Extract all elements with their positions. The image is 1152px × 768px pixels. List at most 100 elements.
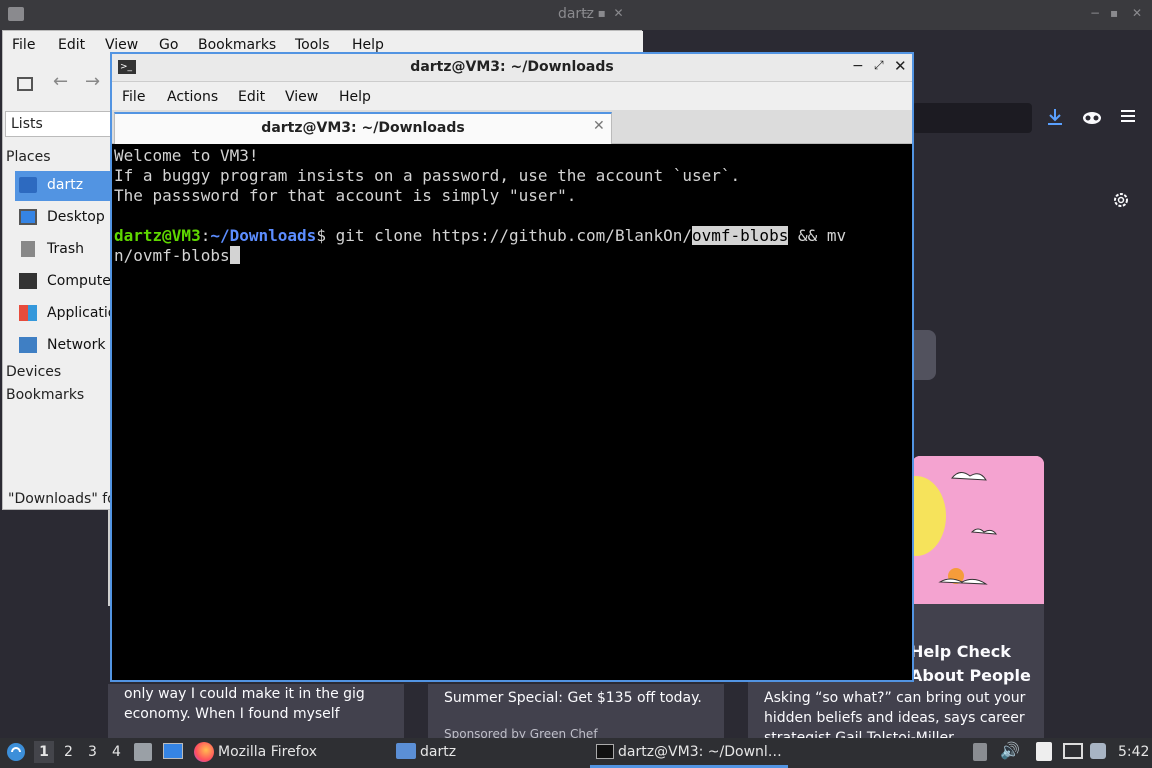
clipboard-icon[interactable] [1036, 742, 1052, 761]
maximize-icon[interactable]: ⤢ [874, 58, 884, 73]
applications-icon [19, 305, 37, 321]
mask-icon[interactable] [1082, 110, 1102, 129]
prompt-path: ~/Downloads [210, 226, 317, 245]
workspace-3[interactable]: 3 [88, 744, 97, 760]
status-bar: "Downloads" fo [8, 491, 116, 507]
task-terminal[interactable]: dartz@VM3: ~/Downl… [618, 744, 782, 760]
terminal-window-title: dartz@VM3: ~/Downloads [410, 59, 614, 75]
workspace-2[interactable]: 2 [64, 744, 73, 760]
desktop-icon [19, 209, 37, 225]
terminal-tab[interactable]: dartz@VM3: ~/Downloads ✕ [114, 112, 612, 144]
sidebar-item-label: Trash [47, 241, 84, 257]
network-icon [19, 337, 37, 353]
close-icon[interactable]: ✕ [894, 57, 907, 75]
workspace-1[interactable]: 1 [34, 741, 54, 763]
task-file-manager[interactable]: dartz [420, 744, 456, 760]
download-icon[interactable] [1047, 108, 1063, 130]
sidebar-item-computer[interactable]: Computer [15, 267, 117, 297]
menu-edit[interactable]: Edit [238, 89, 265, 105]
computer-icon [19, 273, 37, 289]
window-title: dartz [557, 6, 595, 22]
minimize-icon[interactable]: − [852, 58, 864, 74]
folder-icon [396, 743, 416, 759]
menu-tools[interactable]: Tools [295, 37, 330, 53]
sidebar-item-label: Desktop [47, 209, 105, 225]
sponsored-card[interactable]: Summer Special: Get $135 off today. Spon… [428, 684, 724, 741]
top-site-tile[interactable] [912, 330, 936, 380]
back-arrow-icon[interactable]: ← [53, 71, 68, 92]
menu-actions[interactable]: Actions [167, 89, 218, 105]
menu-bookmarks[interactable]: Bookmarks [198, 37, 276, 53]
restore-icon[interactable]: ▪ [1110, 6, 1118, 20]
sidebar-item-applications[interactable]: Applications [15, 299, 133, 329]
tab-title: dartz@VM3: ~/Downloads [261, 120, 465, 136]
url-bar[interactable] [912, 103, 1032, 133]
menu-help[interactable]: Help [339, 89, 371, 105]
command-text: n/ovmf-blobs [114, 246, 230, 265]
terminal-icon [596, 744, 614, 759]
terminal-titlebar[interactable]: >_ dartz@VM3: ~/Downloads − ⤢ ✕ [112, 54, 912, 82]
firefox-close-icon-dim: − ▪ ✕ [580, 6, 624, 20]
menu-help[interactable]: Help [352, 37, 384, 53]
sidebar-item-label: Network [47, 337, 106, 353]
desktop-launcher-icon[interactable] [163, 743, 183, 759]
notification-icon[interactable] [1090, 743, 1106, 759]
prompt-dollar: $ [316, 226, 326, 245]
prompt-separator: : [200, 226, 211, 245]
trash-icon [21, 241, 35, 257]
command-text: git clone https://github.com/BlankOn/ [325, 226, 692, 245]
sidebar-item-label: dartz [47, 177, 84, 193]
cursor [229, 246, 240, 264]
tab-close-icon[interactable]: ✕ [593, 118, 605, 134]
article-title: Help Check About People [910, 642, 1031, 685]
volume-icon[interactable]: 🔊 [1000, 741, 1020, 760]
article-excerpt: Summer Special: Get $135 off today. [444, 690, 702, 706]
side-pane-mode-select[interactable]: Lists [5, 111, 111, 137]
command-text: && mv [788, 226, 847, 245]
sidebar-item-dartz[interactable]: dartz [15, 171, 115, 201]
side-pane-mode-label: Lists [11, 116, 43, 132]
minimize-icon[interactable]: − [1090, 6, 1100, 20]
card-image [912, 456, 1044, 604]
menu-view[interactable]: View [285, 89, 318, 105]
terminal-menubar: File Actions Edit View Help [112, 82, 912, 110]
start-menu-icon[interactable] [6, 742, 26, 766]
places-heading: Places [6, 149, 51, 165]
task-firefox[interactable]: Mozilla Firefox [218, 744, 317, 760]
file-manager-launcher-icon[interactable] [134, 743, 152, 761]
taskbar: 1 2 3 4 Mozilla Firefox dartz dartz@VM3:… [0, 738, 1152, 768]
hamburger-menu-icon[interactable] [1120, 108, 1136, 127]
home-folder-icon [19, 177, 37, 193]
menu-go[interactable]: Go [159, 37, 178, 53]
welcome-line: If a buggy program insists on a password… [114, 166, 741, 185]
menu-view[interactable]: View [105, 37, 138, 53]
welcome-line: The passsword for that account is simply… [114, 186, 577, 205]
terminal-output[interactable]: Welcome to VM3! If a buggy program insis… [114, 146, 910, 678]
sidebar-item-trash[interactable]: Trash [15, 235, 115, 265]
workspace-4[interactable]: 4 [112, 744, 121, 760]
forward-arrow-icon[interactable]: → [85, 71, 100, 92]
menu-file[interactable]: File [12, 37, 35, 53]
network-icon[interactable] [1063, 743, 1083, 759]
welcome-line: Welcome to VM3! [114, 146, 259, 165]
new-tab-icon[interactable] [17, 77, 33, 91]
sidebar-item-network[interactable]: Network [15, 331, 115, 361]
close-icon[interactable]: ✕ [1132, 6, 1142, 20]
firefox-titlebar: dartz − ▪ ✕ [0, 0, 1152, 30]
bookmarks-heading: Bookmarks [6, 387, 85, 403]
firefox-icon [194, 742, 214, 762]
selected-text: ovmf-blobs [692, 226, 789, 245]
clock[interactable]: 5:42 [1118, 744, 1149, 760]
removable-media-icon[interactable] [973, 743, 987, 761]
menu-edit[interactable]: Edit [58, 37, 85, 53]
gear-icon[interactable] [1112, 191, 1130, 213]
article-excerpt: only way I could make it in the gig econ… [124, 686, 365, 722]
menu-file[interactable]: File [122, 89, 145, 105]
terminal-window: >_ dartz@VM3: ~/Downloads − ⤢ ✕ File Act… [110, 52, 914, 682]
sidebar-item-label: Computer [47, 273, 117, 289]
prompt-user: dartz@VM3 [114, 226, 201, 245]
devices-heading: Devices [6, 364, 62, 380]
article-card[interactable]: only way I could make it in the gig econ… [108, 684, 404, 738]
sidebar-item-desktop[interactable]: Desktop [15, 203, 115, 233]
article-excerpt: Asking “so what?” can bring out your hid… [764, 690, 1026, 738]
